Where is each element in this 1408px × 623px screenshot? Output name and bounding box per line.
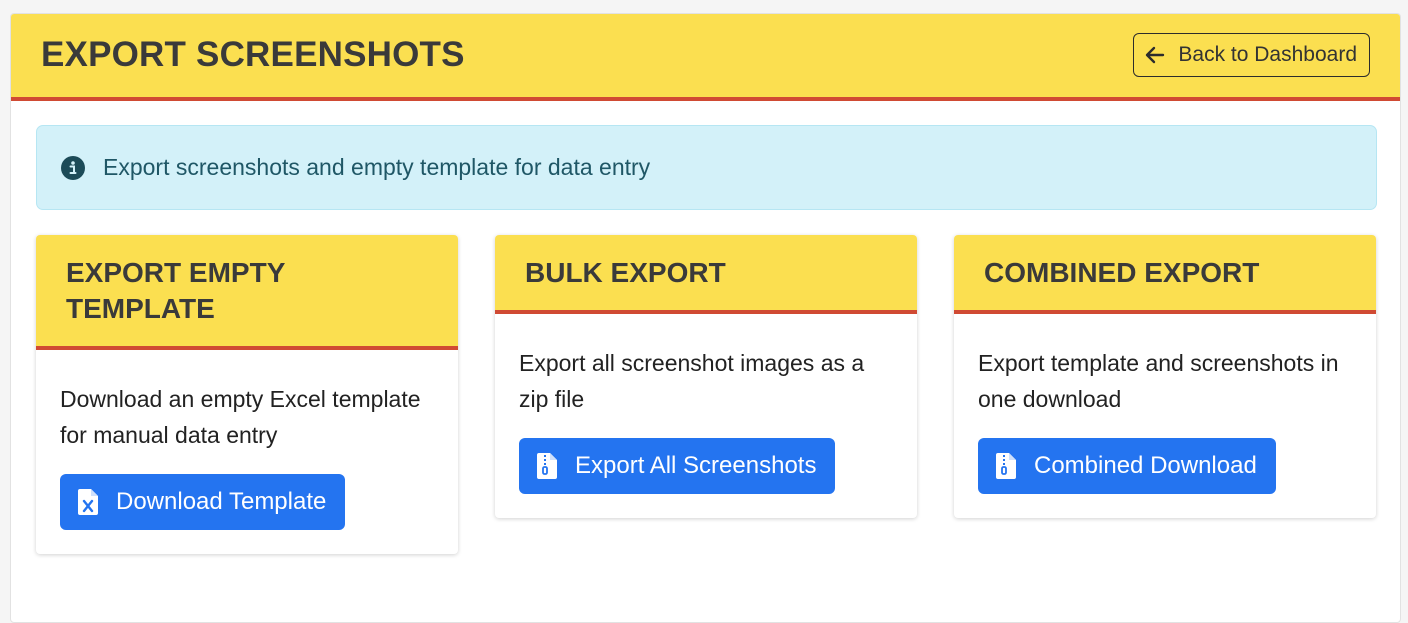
- card-title: BULK EXPORT: [525, 257, 726, 288]
- card-header: COMBINED EXPORT: [954, 235, 1376, 314]
- export-panel: EXPORT SCREENSHOTS Back to Dashboard Exp…: [10, 13, 1401, 623]
- download-template-button[interactable]: Download Template: [60, 474, 346, 530]
- panel-header: EXPORT SCREENSHOTS Back to Dashboard: [11, 14, 1400, 101]
- card-description: Download an empty Excel template for man…: [60, 386, 421, 448]
- arrow-left-icon: [1144, 44, 1166, 66]
- info-circle-icon: [61, 155, 85, 180]
- back-to-dashboard-button[interactable]: Back to Dashboard: [1133, 33, 1370, 77]
- info-alert-text: Export screenshots and empty template fo…: [103, 154, 651, 180]
- card-combined-export: COMBINED EXPORT Export template and scre…: [954, 235, 1376, 518]
- export-all-screenshots-label: Export All Screenshots: [575, 452, 817, 479]
- page-title: EXPORT SCREENSHOTS: [41, 35, 465, 74]
- card-header: EXPORT EMPTY TEMPLATE: [36, 235, 458, 350]
- file-excel-icon: [78, 489, 98, 515]
- combined-download-button[interactable]: Combined Download: [978, 438, 1276, 494]
- card-description: Export template and screenshots in one d…: [978, 350, 1339, 412]
- file-zip-icon: [996, 453, 1016, 479]
- card-body: Export template and screenshots in one d…: [954, 314, 1376, 518]
- export-all-screenshots-button[interactable]: Export All Screenshots: [519, 438, 836, 494]
- card-body: Export all screenshot images as a zip fi…: [495, 314, 917, 518]
- combined-download-label: Combined Download: [1034, 452, 1257, 479]
- card-title: COMBINED EXPORT: [984, 257, 1260, 288]
- card-export-empty-template: EXPORT EMPTY TEMPLATE Download an empty …: [36, 235, 458, 554]
- download-template-label: Download Template: [116, 488, 327, 515]
- card-title: EXPORT EMPTY TEMPLATE: [66, 257, 285, 324]
- info-alert: Export screenshots and empty template fo…: [36, 125, 1377, 210]
- file-zip-icon: [537, 453, 557, 479]
- card-description: Export all screenshot images as a zip fi…: [519, 350, 865, 412]
- card-header: BULK EXPORT: [495, 235, 917, 314]
- back-to-dashboard-label: Back to Dashboard: [1178, 43, 1357, 66]
- card-bulk-export: BULK EXPORT Export all screenshot images…: [495, 235, 917, 518]
- card-body: Download an empty Excel template for man…: [36, 350, 458, 554]
